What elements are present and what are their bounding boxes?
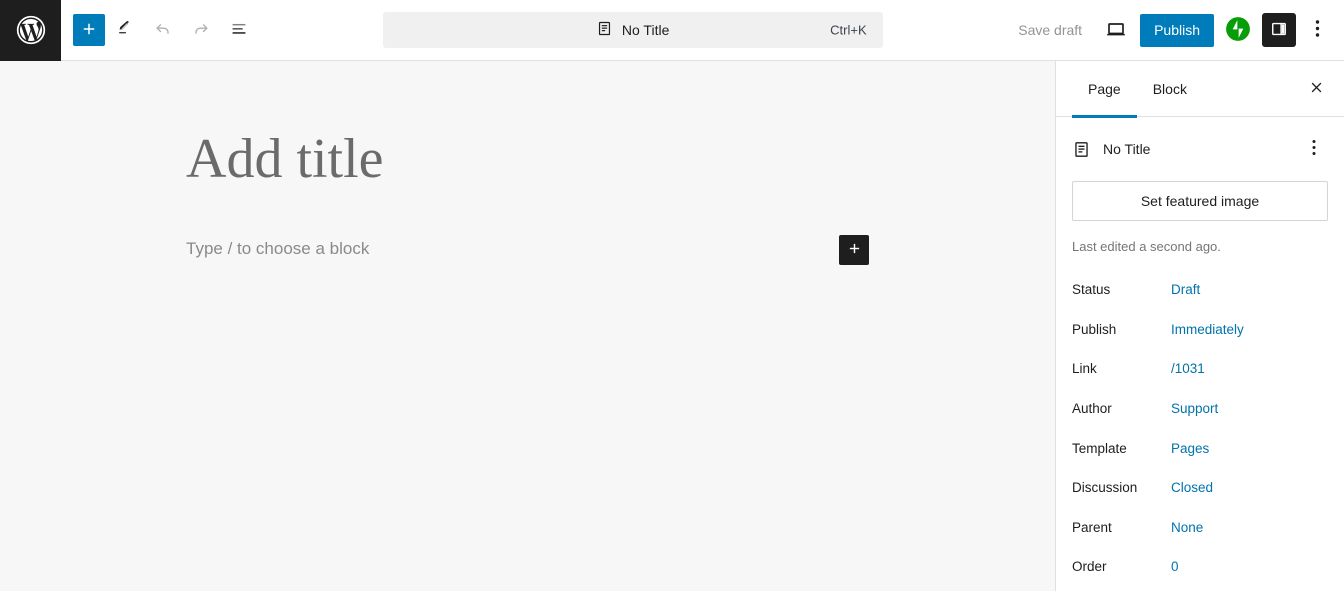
sidebar-tabs: Page Block bbox=[1056, 61, 1344, 118]
page-document-icon bbox=[596, 20, 613, 40]
page-meta-list: Status Draft Publish Immediately Link /1… bbox=[1072, 270, 1328, 587]
settings-sidebar-icon bbox=[1269, 19, 1289, 42]
tab-page[interactable]: Page bbox=[1072, 61, 1137, 118]
meta-label: Discussion bbox=[1072, 480, 1138, 496]
top-bar-right-tools: Save draft Publish bbox=[1008, 12, 1344, 48]
meta-value-status[interactable]: Draft bbox=[1171, 282, 1200, 297]
last-edited-text: Last edited a second ago. bbox=[1072, 239, 1221, 254]
meta-value-author[interactable]: Support bbox=[1171, 401, 1218, 416]
meta-row-publish: Publish Immediately bbox=[1072, 310, 1328, 350]
preview-button[interactable] bbox=[1098, 12, 1134, 48]
publish-button[interactable]: Publish bbox=[1140, 13, 1214, 47]
meta-row-status: Status Draft bbox=[1072, 270, 1328, 310]
editor-canvas[interactable]: Add title Type / to choose a block bbox=[0, 61, 1055, 591]
document-summary-header: No Title bbox=[1072, 123, 1328, 175]
desktop-preview-icon bbox=[1104, 17, 1128, 44]
sidebar-body: No Title Set featured image Last edited … bbox=[1056, 123, 1344, 587]
redo-button[interactable] bbox=[183, 12, 219, 48]
default-block-input[interactable]: Type / to choose a block bbox=[186, 239, 369, 259]
command-bar-content: No Title bbox=[383, 20, 883, 40]
meta-row-link: Link /1031 bbox=[1072, 349, 1328, 389]
pencil-edit-icon bbox=[116, 19, 135, 41]
meta-label: Order bbox=[1072, 559, 1107, 575]
meta-label: Author bbox=[1072, 401, 1112, 417]
post-title-input[interactable]: Add title bbox=[186, 128, 384, 191]
undo-button[interactable] bbox=[145, 12, 181, 48]
document-title: No Title bbox=[1103, 141, 1151, 157]
three-dots-vertical-icon bbox=[1315, 19, 1320, 41]
document-actions-button[interactable] bbox=[1300, 135, 1328, 163]
add-block-button[interactable] bbox=[73, 14, 105, 46]
jetpack-button[interactable] bbox=[1220, 12, 1256, 48]
command-bar-shortcut: Ctrl+K bbox=[830, 22, 867, 38]
document-details-button[interactable] bbox=[221, 12, 257, 48]
tab-block[interactable]: Block bbox=[1137, 61, 1203, 117]
meta-label: Parent bbox=[1072, 519, 1112, 535]
redo-arrow-icon bbox=[191, 19, 211, 42]
plus-icon bbox=[80, 20, 98, 41]
wordpress-logo-icon bbox=[14, 13, 48, 47]
command-bar[interactable]: No Title Ctrl+K bbox=[382, 12, 883, 48]
meta-row-author: Author Support bbox=[1072, 389, 1328, 429]
page-document-icon bbox=[1072, 140, 1091, 159]
document-outline-icon bbox=[228, 18, 250, 43]
meta-value-order[interactable]: 0 bbox=[1171, 559, 1179, 574]
more-options-button[interactable] bbox=[1302, 12, 1332, 48]
settings-sidebar: Page Block No Title Set featured image L… bbox=[1055, 61, 1344, 591]
meta-value-parent[interactable]: None bbox=[1171, 520, 1203, 535]
meta-value-publish[interactable]: Immediately bbox=[1171, 322, 1244, 337]
wordpress-logo-button[interactable] bbox=[0, 0, 61, 61]
meta-label: Publish bbox=[1072, 321, 1117, 337]
jetpack-icon bbox=[1225, 16, 1251, 45]
meta-value-link[interactable]: /1031 bbox=[1171, 361, 1205, 376]
meta-row-discussion: Discussion Closed bbox=[1072, 468, 1328, 508]
command-bar-wrapper: No Title Ctrl+K bbox=[257, 12, 1008, 48]
meta-value-discussion[interactable]: Closed bbox=[1171, 480, 1213, 495]
top-bar-left-tools bbox=[61, 12, 257, 48]
tools-edit-button[interactable] bbox=[107, 12, 143, 48]
three-dots-vertical-icon bbox=[1312, 139, 1316, 159]
save-draft-button[interactable]: Save draft bbox=[1008, 16, 1092, 44]
meta-row-parent: Parent None bbox=[1072, 508, 1328, 548]
plus-icon bbox=[846, 240, 863, 260]
editor-top-bar: No Title Ctrl+K Save draft Publish bbox=[0, 0, 1344, 61]
close-sidebar-button[interactable] bbox=[1298, 71, 1334, 107]
meta-label: Link bbox=[1072, 361, 1097, 377]
meta-label: Status bbox=[1072, 282, 1111, 298]
meta-row-template: Template Pages bbox=[1072, 428, 1328, 468]
close-icon bbox=[1309, 80, 1324, 98]
set-featured-image-button[interactable]: Set featured image bbox=[1072, 181, 1328, 221]
settings-sidebar-toggle-button[interactable] bbox=[1262, 13, 1296, 47]
meta-row-order: Order 0 bbox=[1072, 547, 1328, 587]
command-bar-title: No Title bbox=[621, 22, 670, 38]
undo-arrow-icon bbox=[153, 19, 173, 42]
block-inserter-button[interactable] bbox=[839, 235, 869, 265]
meta-value-template[interactable]: Pages bbox=[1171, 441, 1209, 456]
meta-label: Template bbox=[1072, 440, 1127, 456]
